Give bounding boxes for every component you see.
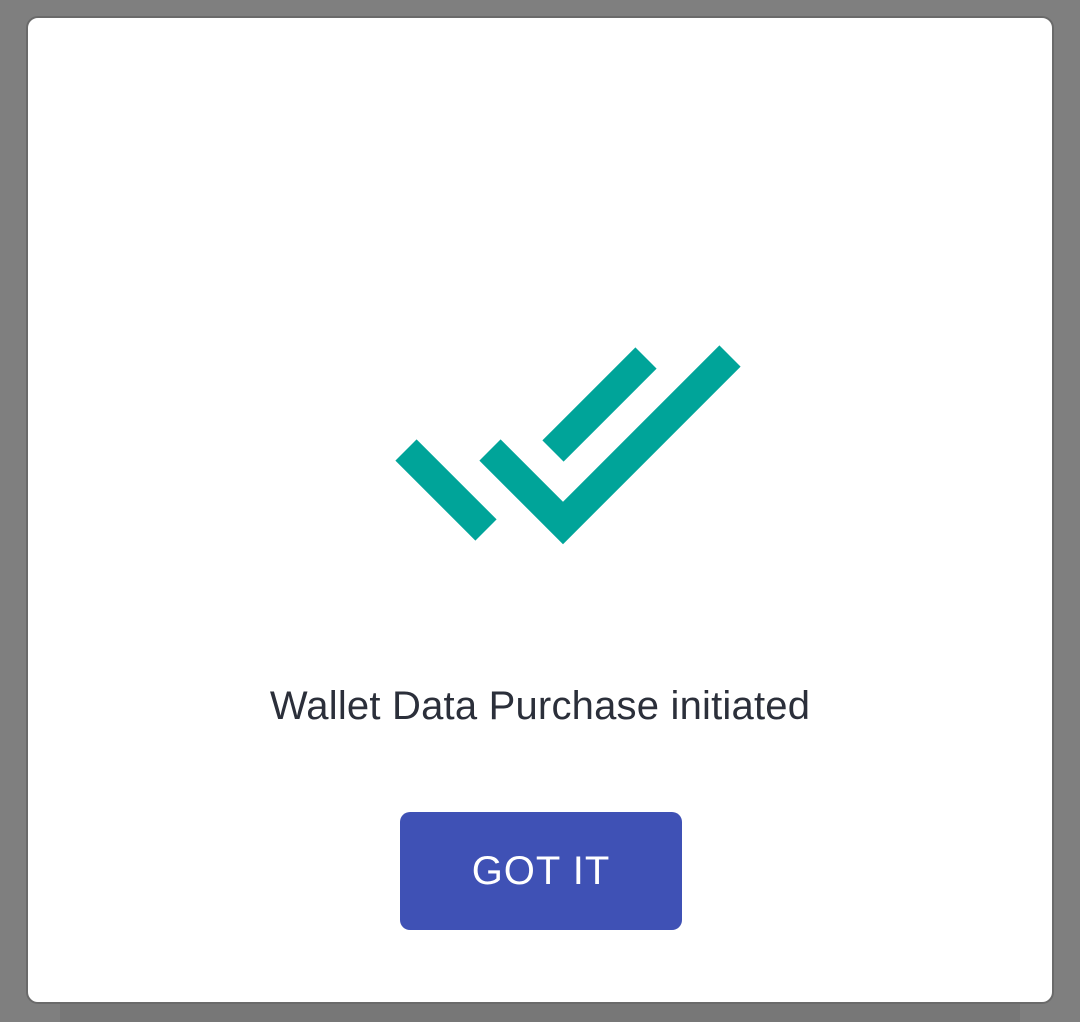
double-check-icon bbox=[368, 318, 768, 568]
got-it-button[interactable]: GOT IT bbox=[400, 812, 682, 930]
status-message: Wallet Data Purchase initiated bbox=[269, 684, 811, 728]
success-dialog: Wallet Data Purchase initiated GOT IT bbox=[26, 16, 1054, 1004]
